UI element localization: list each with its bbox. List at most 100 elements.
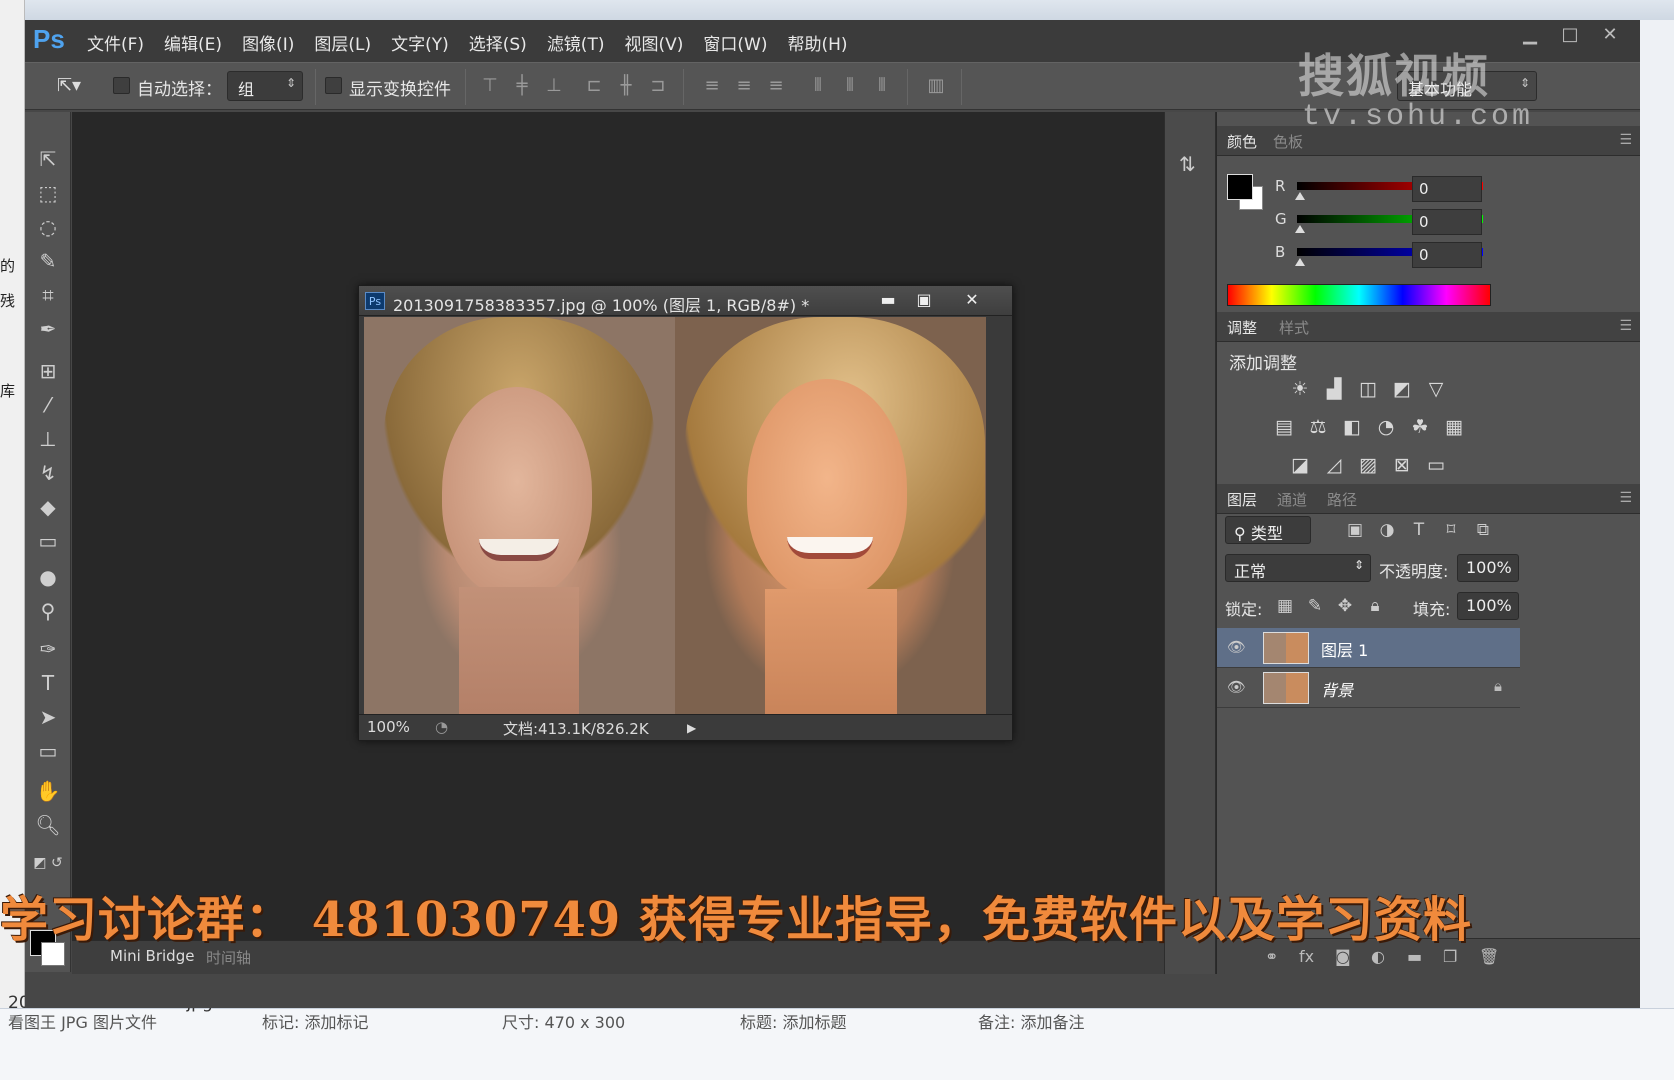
layer-filter-dropdown[interactable]: ⚲ 类型	[1225, 516, 1311, 544]
panel-menu-icon[interactable]: ☰	[1619, 318, 1632, 334]
blur-tool-icon[interactable]: ●	[25, 560, 71, 594]
distribute-vcenter-icon[interactable]: ≡	[733, 75, 755, 97]
menu-help[interactable]: 帮助(H)	[787, 30, 847, 55]
invert-icon[interactable]: ◪	[1287, 452, 1313, 478]
photo-filter-icon[interactable]: ◔	[1373, 414, 1399, 440]
maximize-button[interactable]: □	[1550, 22, 1590, 48]
tab-layers[interactable]: 图层	[1227, 489, 1257, 510]
timeline-tab[interactable]: 时间轴	[206, 947, 251, 968]
align-left-icon[interactable]: ⊏	[583, 75, 605, 97]
brush-tool-icon[interactable]: ⁄	[25, 388, 71, 422]
move-tool-preset-icon[interactable]: ⇱▾	[47, 75, 91, 97]
tab-paths[interactable]: 路径	[1327, 489, 1357, 510]
lock-pixels-icon[interactable]: ✎	[1303, 594, 1327, 618]
menu-filter[interactable]: 滤镜(T)	[547, 30, 605, 55]
doc-maximize-button[interactable]: ▣	[907, 289, 941, 311]
eyedropper-tool-icon[interactable]: ✒	[25, 312, 71, 346]
distribute-left-icon[interactable]: ⦀	[807, 75, 829, 97]
blue-thumb[interactable]	[1295, 258, 1305, 266]
clone-stamp-tool-icon[interactable]: ⊥	[25, 422, 71, 456]
path-select-tool-icon[interactable]: ➤	[25, 700, 71, 734]
history-brush-tool-icon[interactable]: ↯	[25, 456, 71, 490]
details-tags[interactable]: 标记: 添加标记	[262, 1009, 368, 1033]
distribute-hcenter-icon[interactable]: ⦀	[839, 75, 861, 97]
green-value[interactable]: 0	[1412, 209, 1482, 235]
gradient-tool-icon[interactable]: ▭	[25, 524, 71, 558]
layer-name[interactable]: 图层 1	[1321, 637, 1368, 661]
align-vcenter-icon[interactable]: ╪	[511, 75, 533, 97]
tab-color[interactable]: 颜色	[1227, 131, 1257, 152]
lasso-tool-icon[interactable]: ◌	[25, 210, 71, 244]
swap-colors-icon[interactable]: ◩ ↺	[25, 846, 71, 880]
panel-menu-icon[interactable]: ☰	[1619, 132, 1632, 148]
channel-mixer-icon[interactable]: ☘	[1407, 414, 1433, 440]
history-panel-icon[interactable]: ⇅	[1179, 152, 1196, 176]
levels-icon[interactable]: ▟	[1321, 376, 1347, 402]
lock-all-icon[interactable]: 🔒︎	[1363, 594, 1387, 618]
fg-color-chip[interactable]	[1227, 174, 1253, 200]
red-value[interactable]: 0	[1412, 176, 1482, 202]
threshold-icon[interactable]: ▨	[1355, 452, 1381, 478]
tab-channels[interactable]: 通道	[1277, 489, 1307, 510]
layer-row[interactable]: 👁︎ 图层 1	[1217, 628, 1520, 668]
crop-tool-icon[interactable]: ⌗	[25, 278, 71, 312]
auto-select-dropdown[interactable]: 组 ⇕	[227, 71, 303, 101]
distribute-bottom-icon[interactable]: ≡	[765, 75, 787, 97]
zoom-level[interactable]: 100%	[367, 718, 410, 736]
tab-adjustments[interactable]: 调整	[1227, 317, 1257, 338]
menu-type[interactable]: 文字(Y)	[391, 30, 449, 55]
eraser-tool-icon[interactable]: ◆	[25, 490, 71, 524]
zoom-tool-icon[interactable]: 🔍︎	[25, 808, 71, 842]
brightness-contrast-icon[interactable]: ☀	[1287, 376, 1313, 402]
filter-type-icon[interactable]: T	[1407, 518, 1431, 542]
blue-value[interactable]: 0	[1412, 242, 1482, 268]
tab-styles[interactable]: 样式	[1279, 317, 1309, 338]
distribute-top-icon[interactable]: ≡	[701, 75, 723, 97]
fill-input[interactable]: 100%	[1457, 592, 1519, 620]
tab-swatches[interactable]: 色板	[1273, 131, 1303, 152]
share-icon[interactable]: ◔	[435, 718, 448, 736]
document-title-bar[interactable]: Ps 2013091758383357.jpg @ 100% (图层 1, RG…	[359, 286, 1012, 316]
distribute-right-icon[interactable]: ⦀	[871, 75, 893, 97]
menu-select[interactable]: 选择(S)	[469, 30, 527, 55]
auto-align-icon[interactable]: ▥	[925, 75, 947, 97]
visibility-eye-icon[interactable]: 👁︎	[1227, 678, 1246, 696]
minimize-button[interactable]: ▁	[1510, 22, 1550, 48]
align-right-icon[interactable]: ⊐	[647, 75, 669, 97]
workspace-switcher[interactable]: 基本功能 ⇕	[1397, 71, 1537, 101]
menu-file[interactable]: 文件(F)	[87, 30, 144, 55]
align-hcenter-icon[interactable]: ╫	[615, 75, 637, 97]
delete-layer-icon[interactable]: 🗑︎	[1479, 947, 1499, 966]
doc-close-button[interactable]: ✕	[955, 289, 989, 311]
green-thumb[interactable]	[1295, 225, 1305, 233]
exposure-icon[interactable]: ◩	[1389, 376, 1415, 402]
posterize-icon[interactable]: ◿	[1321, 452, 1347, 478]
filter-smart-object-icon[interactable]: ⧉	[1471, 518, 1495, 542]
move-tool-icon[interactable]: ⇱	[25, 142, 71, 176]
show-transform-checkbox[interactable]	[325, 77, 342, 94]
doc-minimize-button[interactable]: ▬	[871, 289, 905, 311]
marquee-tool-icon[interactable]: ⬚	[25, 176, 71, 210]
filter-shape-icon[interactable]: ⌑	[1439, 518, 1463, 542]
status-menu-arrow-icon[interactable]: ▶	[687, 721, 696, 735]
layer-name[interactable]: 背景	[1321, 677, 1353, 701]
menu-edit[interactable]: 编辑(E)	[164, 30, 222, 55]
selective-color-icon[interactable]: ⊠	[1389, 452, 1415, 478]
menu-view[interactable]: 视图(V)	[624, 30, 683, 55]
shape-tool-icon[interactable]: ▭	[25, 734, 71, 768]
quick-select-tool-icon[interactable]: ✎	[25, 244, 71, 278]
close-button[interactable]: ✕	[1590, 22, 1630, 48]
menu-layer[interactable]: 图层(L)	[314, 30, 371, 55]
menu-image[interactable]: 图像(I)	[242, 30, 294, 55]
red-thumb[interactable]	[1295, 192, 1305, 200]
filter-pixel-icon[interactable]: ▣	[1343, 518, 1367, 542]
align-bottom-icon[interactable]: ⊥	[543, 75, 565, 97]
black-white-icon[interactable]: ◧	[1339, 414, 1365, 440]
panel-menu-icon[interactable]: ☰	[1619, 490, 1632, 506]
pen-tool-icon[interactable]: ✑	[25, 632, 71, 666]
align-top-icon[interactable]: ⊤	[479, 75, 501, 97]
layer-row[interactable]: 👁︎ 背景 🔒︎	[1217, 668, 1520, 708]
auto-select-checkbox[interactable]	[113, 77, 130, 94]
menu-window[interactable]: 窗口(W)	[703, 30, 767, 55]
gradient-map-icon[interactable]: ▭	[1423, 452, 1449, 478]
